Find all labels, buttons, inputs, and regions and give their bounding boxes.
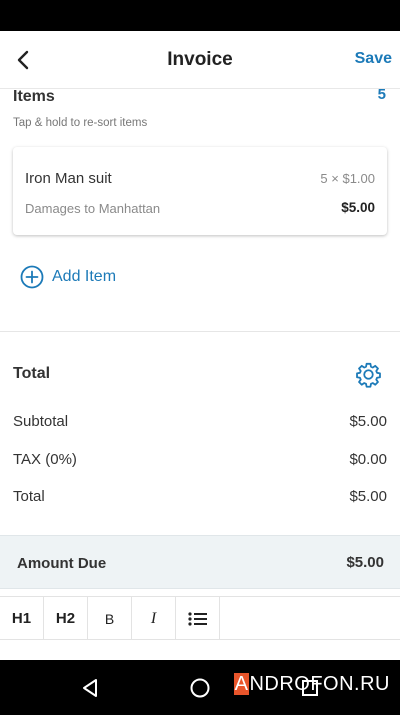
home-circle-icon[interactable]: [188, 676, 212, 700]
h2-button[interactable]: H2: [44, 597, 88, 640]
amount-due-label: Amount Due: [17, 555, 107, 572]
total-row: Total $5.00: [13, 488, 387, 505]
total-heading: Total: [13, 365, 51, 382]
item-amount: $5.00: [341, 200, 375, 215]
back-triangle-icon[interactable]: [78, 676, 102, 700]
save-button[interactable]: Save: [355, 50, 392, 68]
amount-due-bar: Amount Due $5.00: [0, 535, 400, 589]
watermark-rest: NDROFON.RU: [249, 673, 390, 695]
page-title: Invoice: [167, 49, 233, 70]
amount-due-value: $5.00: [346, 554, 384, 571]
watermark: ANDROFON.RU: [233, 673, 390, 696]
italic-button[interactable]: I: [132, 597, 176, 640]
tax-label: TAX (0%): [13, 451, 77, 468]
items-heading: Items: [13, 88, 55, 105]
total-label: Total: [13, 488, 45, 505]
bold-button[interactable]: B: [88, 597, 132, 640]
gear-icon[interactable]: [355, 361, 382, 388]
item-name: Iron Man suit: [25, 170, 112, 187]
items-hint: Tap & hold to re-sort items: [13, 117, 148, 129]
status-bar: [0, 0, 400, 31]
tax-value: $0.00: [349, 451, 387, 468]
watermark-first-letter: A: [233, 673, 250, 695]
subtotal-value: $5.00: [349, 413, 387, 430]
app-bar: Invoice Save: [0, 31, 400, 89]
bullet-list-icon: [187, 611, 207, 626]
item-description: Damages to Manhattan: [25, 201, 161, 216]
format-toolbar: H1 H2 B I: [0, 596, 400, 640]
total-value: $5.00: [349, 488, 387, 505]
subtotal-row: Subtotal $5.00: [13, 413, 387, 430]
add-item-button[interactable]: Add Item: [20, 264, 116, 290]
h1-button[interactable]: H1: [0, 597, 44, 640]
section-divider: [0, 331, 400, 332]
tax-row: TAX (0%) $0.00: [13, 451, 387, 468]
invoice-item-card[interactable]: Iron Man suit 5 × $1.00 Damages to Manha…: [13, 147, 387, 235]
item-quantity-price: 5 × $1.00: [320, 171, 375, 186]
subtotal-label: Subtotal: [13, 413, 69, 430]
bullet-list-button[interactable]: [176, 597, 220, 640]
add-item-label: Add Item: [52, 268, 117, 285]
add-circle-icon: [20, 265, 44, 289]
items-count: 5: [377, 86, 386, 103]
